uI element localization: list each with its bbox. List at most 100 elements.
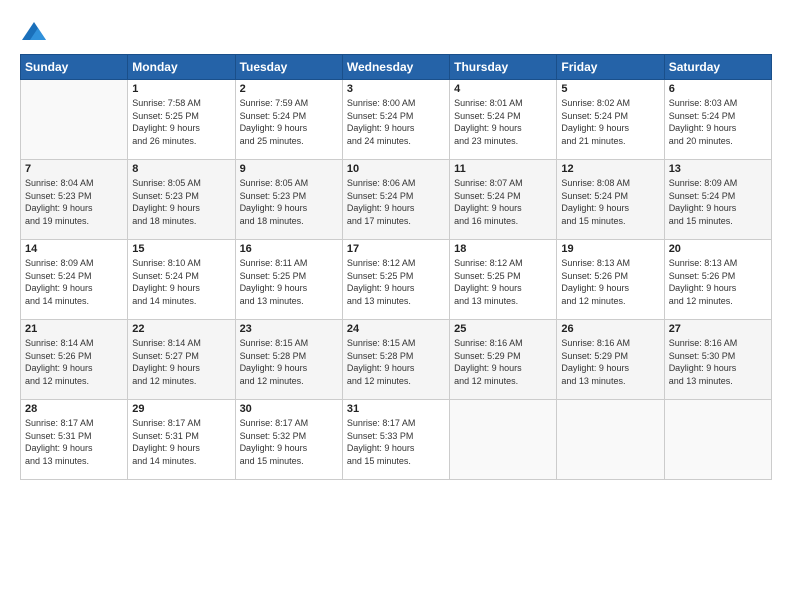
day-number: 14 <box>25 243 123 255</box>
day-info: Sunrise: 8:12 AM Sunset: 5:25 PM Dayligh… <box>347 257 445 307</box>
header <box>20 18 772 46</box>
calendar-cell: 30Sunrise: 8:17 AM Sunset: 5:32 PM Dayli… <box>235 400 342 480</box>
calendar-cell: 6 Sunrise: 8:03 AM Sunset: 5:24 PM Daylig… <box>664 80 771 160</box>
day-info: Sunrise: 8:08 AM Sunset: 5:24 PM Dayligh… <box>561 177 659 227</box>
day-number: 3 <box>347 83 445 95</box>
day-info: Sunrise: 8:16 AM Sunset: 5:30 PM Dayligh… <box>669 337 767 387</box>
calendar-cell: 26 Sunrise: 8:16 AM Sunset: 5:29 PM Dayli… <box>557 320 664 400</box>
week-row-4: 28 Sunrise: 8:17 AM Sunset: 5:31 PM Dayli… <box>21 400 772 480</box>
calendar-cell: 24Sunrise: 8:15 AM Sunset: 5:28 PM Dayli… <box>342 320 449 400</box>
weekday-header-sunday: Sunday <box>21 55 128 80</box>
calendar-cell: 4 Sunrise: 8:01 AM Sunset: 5:24 PM Daylig… <box>450 80 557 160</box>
day-info: Sunrise: 8:17 AM Sunset: 5:31 PM Dayligh… <box>132 417 230 467</box>
calendar-cell: 7Sunrise: 8:04 AM Sunset: 5:23 PM Daylig… <box>21 160 128 240</box>
day-info: Sunrise: 8:01 AM Sunset: 5:24 PM Dayligh… <box>454 97 552 147</box>
week-row-3: 21Sunrise: 8:14 AM Sunset: 5:26 PM Dayli… <box>21 320 772 400</box>
weekday-header-saturday: Saturday <box>664 55 771 80</box>
weekday-header-tuesday: Tuesday <box>235 55 342 80</box>
calendar-cell <box>557 400 664 480</box>
day-number: 16 <box>240 243 338 255</box>
day-info: Sunrise: 8:06 AM Sunset: 5:24 PM Dayligh… <box>347 177 445 227</box>
calendar-cell: 1 Sunrise: 7:58 AM Sunset: 5:25 PM Daylig… <box>128 80 235 160</box>
calendar-cell: 17 Sunrise: 8:12 AM Sunset: 5:25 PM Dayli… <box>342 240 449 320</box>
day-number: 11 <box>454 163 552 175</box>
day-info: Sunrise: 8:07 AM Sunset: 5:24 PM Dayligh… <box>454 177 552 227</box>
day-number: 28 <box>25 403 123 415</box>
day-number: 22 <box>132 323 230 335</box>
day-number: 15 <box>132 243 230 255</box>
day-info: Sunrise: 7:58 AM Sunset: 5:25 PM Dayligh… <box>132 97 230 147</box>
day-number: 18 <box>454 243 552 255</box>
weekday-header-wednesday: Wednesday <box>342 55 449 80</box>
day-info: Sunrise: 8:02 AM Sunset: 5:24 PM Dayligh… <box>561 97 659 147</box>
day-info: Sunrise: 8:04 AM Sunset: 5:23 PM Dayligh… <box>25 177 123 227</box>
day-info: Sunrise: 8:12 AM Sunset: 5:25 PM Dayligh… <box>454 257 552 307</box>
day-info: Sunrise: 8:05 AM Sunset: 5:23 PM Dayligh… <box>132 177 230 227</box>
day-number: 8 <box>132 163 230 175</box>
day-number: 27 <box>669 323 767 335</box>
calendar-cell: 16 Sunrise: 8:11 AM Sunset: 5:25 PM Dayli… <box>235 240 342 320</box>
day-number: 20 <box>669 243 767 255</box>
day-info: Sunrise: 8:03 AM Sunset: 5:24 PM Dayligh… <box>669 97 767 147</box>
day-info: Sunrise: 8:11 AM Sunset: 5:25 PM Dayligh… <box>240 257 338 307</box>
calendar-page: SundayMondayTuesdayWednesdayThursdayFrid… <box>0 0 792 612</box>
calendar-cell: 12 Sunrise: 8:08 AM Sunset: 5:24 PM Dayli… <box>557 160 664 240</box>
day-number: 10 <box>347 163 445 175</box>
day-number: 25 <box>454 323 552 335</box>
calendar-cell: 15 Sunrise: 8:10 AM Sunset: 5:24 PM Dayli… <box>128 240 235 320</box>
calendar-cell: 19 Sunrise: 8:13 AM Sunset: 5:26 PM Dayli… <box>557 240 664 320</box>
day-number: 4 <box>454 83 552 95</box>
calendar-cell: 31 Sunrise: 8:17 AM Sunset: 5:33 PM Dayli… <box>342 400 449 480</box>
week-row-0: 1 Sunrise: 7:58 AM Sunset: 5:25 PM Daylig… <box>21 80 772 160</box>
day-number: 13 <box>669 163 767 175</box>
day-info: Sunrise: 8:05 AM Sunset: 5:23 PM Dayligh… <box>240 177 338 227</box>
day-number: 24 <box>347 323 445 335</box>
calendar-cell: 13 Sunrise: 8:09 AM Sunset: 5:24 PM Dayli… <box>664 160 771 240</box>
day-info: Sunrise: 8:14 AM Sunset: 5:26 PM Dayligh… <box>25 337 123 387</box>
day-number: 31 <box>347 403 445 415</box>
calendar-cell: 10 Sunrise: 8:06 AM Sunset: 5:24 PM Dayli… <box>342 160 449 240</box>
weekday-header-row: SundayMondayTuesdayWednesdayThursdayFrid… <box>21 55 772 80</box>
calendar-cell: 5Sunrise: 8:02 AM Sunset: 5:24 PM Daylig… <box>557 80 664 160</box>
day-number: 26 <box>561 323 659 335</box>
day-number: 19 <box>561 243 659 255</box>
calendar-cell: 18 Sunrise: 8:12 AM Sunset: 5:25 PM Dayli… <box>450 240 557 320</box>
calendar-table: SundayMondayTuesdayWednesdayThursdayFrid… <box>20 54 772 480</box>
calendar-cell <box>664 400 771 480</box>
calendar-cell: 9Sunrise: 8:05 AM Sunset: 5:23 PM Daylig… <box>235 160 342 240</box>
day-info: Sunrise: 8:10 AM Sunset: 5:24 PM Dayligh… <box>132 257 230 307</box>
calendar-cell: 14 Sunrise: 8:09 AM Sunset: 5:24 PM Dayli… <box>21 240 128 320</box>
week-row-1: 7Sunrise: 8:04 AM Sunset: 5:23 PM Daylig… <box>21 160 772 240</box>
day-info: Sunrise: 8:13 AM Sunset: 5:26 PM Dayligh… <box>669 257 767 307</box>
day-number: 29 <box>132 403 230 415</box>
logo-icon <box>20 18 48 46</box>
day-info: Sunrise: 8:15 AM Sunset: 5:28 PM Dayligh… <box>240 337 338 387</box>
logo <box>20 18 52 46</box>
calendar-cell: 3 Sunrise: 8:00 AM Sunset: 5:24 PM Daylig… <box>342 80 449 160</box>
day-number: 2 <box>240 83 338 95</box>
calendar-cell: 11 Sunrise: 8:07 AM Sunset: 5:24 PM Dayli… <box>450 160 557 240</box>
day-info: Sunrise: 8:17 AM Sunset: 5:31 PM Dayligh… <box>25 417 123 467</box>
calendar-cell: 27 Sunrise: 8:16 AM Sunset: 5:30 PM Dayli… <box>664 320 771 400</box>
day-number: 6 <box>669 83 767 95</box>
day-number: 12 <box>561 163 659 175</box>
day-info: Sunrise: 8:16 AM Sunset: 5:29 PM Dayligh… <box>561 337 659 387</box>
day-info: Sunrise: 8:14 AM Sunset: 5:27 PM Dayligh… <box>132 337 230 387</box>
calendar-cell: 28 Sunrise: 8:17 AM Sunset: 5:31 PM Dayli… <box>21 400 128 480</box>
calendar-cell: 25Sunrise: 8:16 AM Sunset: 5:29 PM Dayli… <box>450 320 557 400</box>
day-info: Sunrise: 8:17 AM Sunset: 5:33 PM Dayligh… <box>347 417 445 467</box>
calendar-cell: 8 Sunrise: 8:05 AM Sunset: 5:23 PM Daylig… <box>128 160 235 240</box>
day-info: Sunrise: 8:09 AM Sunset: 5:24 PM Dayligh… <box>25 257 123 307</box>
weekday-header-friday: Friday <box>557 55 664 80</box>
day-number: 23 <box>240 323 338 335</box>
day-info: Sunrise: 8:13 AM Sunset: 5:26 PM Dayligh… <box>561 257 659 307</box>
day-number: 30 <box>240 403 338 415</box>
calendar-cell <box>450 400 557 480</box>
day-info: Sunrise: 8:00 AM Sunset: 5:24 PM Dayligh… <box>347 97 445 147</box>
calendar-cell: 23 Sunrise: 8:15 AM Sunset: 5:28 PM Dayli… <box>235 320 342 400</box>
day-info: Sunrise: 7:59 AM Sunset: 5:24 PM Dayligh… <box>240 97 338 147</box>
calendar-cell: 21Sunrise: 8:14 AM Sunset: 5:26 PM Dayli… <box>21 320 128 400</box>
day-number: 1 <box>132 83 230 95</box>
day-info: Sunrise: 8:09 AM Sunset: 5:24 PM Dayligh… <box>669 177 767 227</box>
day-number: 17 <box>347 243 445 255</box>
